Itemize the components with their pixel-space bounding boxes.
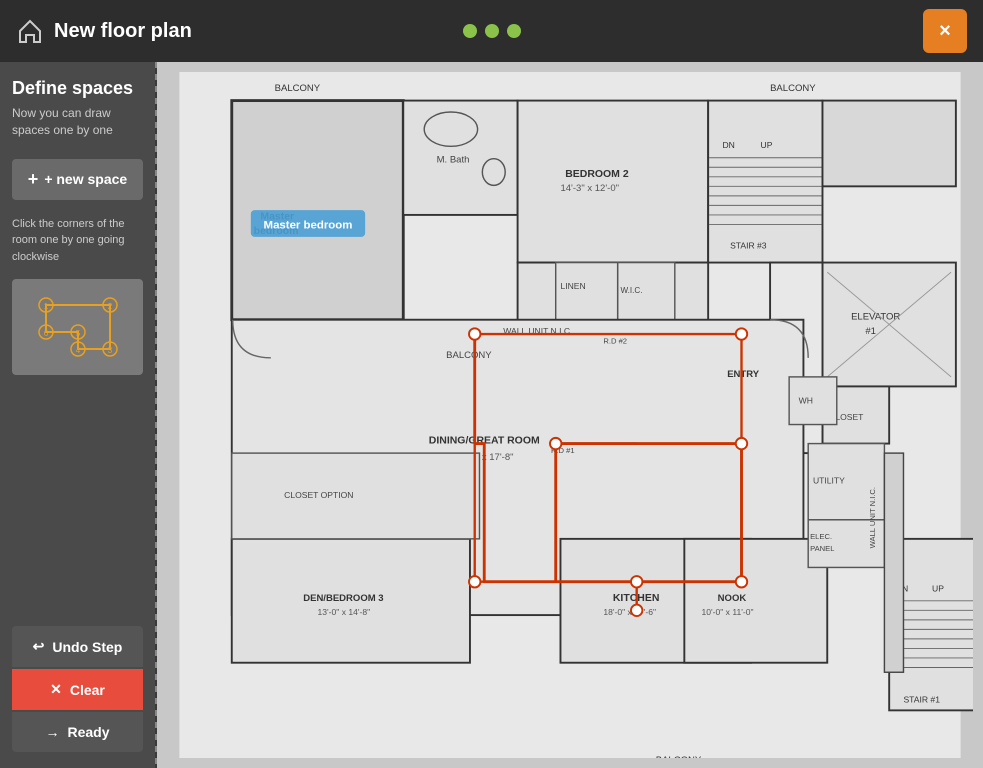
svg-text:BALCONY: BALCONY	[656, 755, 702, 758]
svg-text:BALCONY: BALCONY	[275, 83, 321, 94]
ready-button[interactable]: → Ready	[12, 712, 143, 752]
new-space-label: + new space	[44, 171, 127, 187]
clear-label: Clear	[70, 682, 105, 698]
new-space-button[interactable]: + + new space	[12, 159, 143, 200]
svg-text:M. Bath: M. Bath	[437, 155, 470, 166]
svg-text:14'-3" x 12'-0": 14'-3" x 12'-0"	[560, 183, 619, 194]
header: New floor plan ×	[0, 0, 983, 62]
home-icon	[16, 17, 44, 45]
svg-text:ENTRY: ENTRY	[727, 369, 760, 380]
header-left: New floor plan	[16, 17, 192, 45]
room-diagram: 1 2 3 4 5 6	[12, 279, 143, 375]
undo-label: Undo Step	[52, 639, 122, 655]
svg-text:STAIR #1: STAIR #1	[903, 695, 940, 705]
svg-text:2: 2	[107, 302, 112, 311]
svg-text:UTILITY: UTILITY	[813, 476, 845, 486]
svg-text:LINEN: LINEN	[560, 281, 585, 291]
main-area: Define spaces Now you can draw spaces on…	[0, 62, 983, 768]
svg-text:BEDROOM 2: BEDROOM 2	[565, 169, 629, 180]
svg-text:STAIR #3: STAIR #3	[730, 240, 767, 250]
svg-text:UP: UP	[932, 583, 944, 593]
floor-plan-svg: Master bedroom Master bedroom M. Bath BE…	[167, 72, 973, 758]
ready-arrow-icon: →	[45, 724, 59, 740]
header-title: New floor plan	[54, 20, 192, 43]
sidebar: Define spaces Now you can draw spaces on…	[0, 62, 155, 768]
undo-icon: ↩	[33, 638, 45, 655]
svg-text:WALL UNIT N.I.C.: WALL UNIT N.I.C.	[868, 487, 877, 548]
svg-text:WH: WH	[799, 396, 813, 406]
svg-text:UP: UP	[761, 140, 773, 150]
sidebar-bottom-buttons: ↩ Undo Step ✕ Clear → Ready	[12, 626, 143, 752]
svg-text:CLOSET OPTION: CLOSET OPTION	[284, 490, 353, 500]
svg-text:4: 4	[75, 346, 80, 355]
plus-icon: +	[28, 169, 39, 190]
svg-text:5: 5	[75, 329, 80, 338]
svg-text:#1: #1	[865, 326, 876, 337]
svg-text:R.D #2: R.D #2	[603, 337, 627, 346]
clear-x-icon: ✕	[50, 681, 62, 698]
instructions-text: Click the corners of the room one by one…	[12, 216, 143, 266]
dot-2	[485, 24, 499, 38]
svg-text:1: 1	[43, 302, 48, 311]
dot-3	[507, 24, 521, 38]
svg-text:Master bedroom: Master bedroom	[264, 219, 353, 231]
svg-text:PANEL: PANEL	[810, 544, 834, 553]
svg-text:18'-0" x 17'-6": 18'-0" x 17'-6"	[603, 607, 656, 617]
svg-text:10'-0" x 11'-0": 10'-0" x 11'-0"	[701, 607, 753, 617]
svg-text:ELEC.: ELEC.	[810, 532, 832, 541]
svg-text:BALCONY: BALCONY	[770, 83, 816, 94]
svg-text:NOOK: NOOK	[718, 593, 747, 604]
clear-button[interactable]: ✕ Clear	[12, 669, 143, 710]
svg-text:W.I.C.: W.I.C.	[620, 286, 642, 295]
sidebar-description: Now you can draw spaces one by one	[12, 105, 143, 139]
canvas-area[interactable]: Master bedroom Master bedroom M. Bath BE…	[157, 62, 983, 768]
svg-text:6: 6	[43, 329, 48, 338]
svg-text:3: 3	[107, 346, 112, 355]
sidebar-title: Define spaces	[12, 78, 143, 99]
header-dots	[463, 24, 521, 38]
ready-label: Ready	[67, 724, 109, 740]
svg-text:DEN/BEDROOM 3: DEN/BEDROOM 3	[303, 593, 383, 604]
close-button[interactable]: ×	[923, 9, 967, 53]
floor-plan-container: Master bedroom Master bedroom M. Bath BE…	[167, 72, 973, 758]
dot-1	[463, 24, 477, 38]
svg-text:BALCONY: BALCONY	[446, 350, 492, 361]
undo-button[interactable]: ↩ Undo Step	[12, 626, 143, 667]
svg-text:DN: DN	[722, 140, 734, 150]
svg-text:13'-0" x 14'-8": 13'-0" x 14'-8"	[318, 607, 371, 617]
